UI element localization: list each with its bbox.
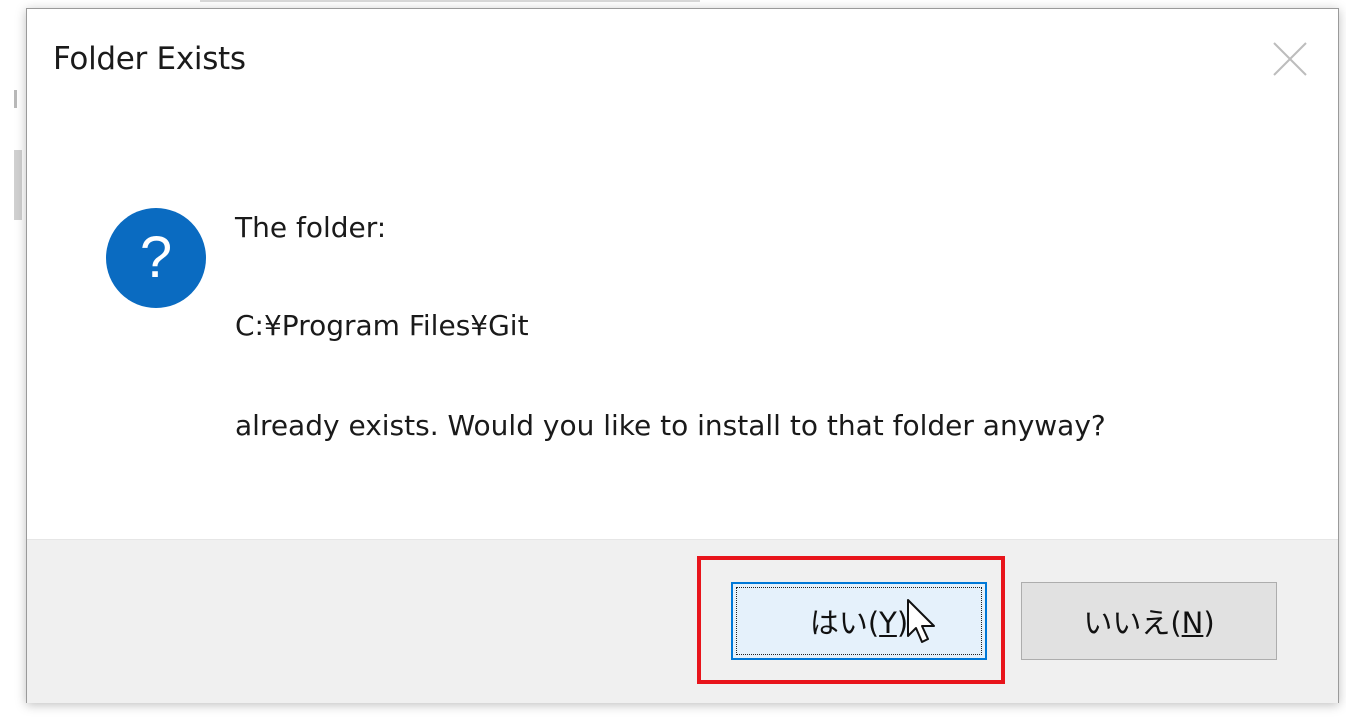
background-fragment — [200, 0, 700, 2]
title-bar: Folder Exists — [27, 9, 1338, 113]
message-line-1: The folder: — [235, 211, 387, 244]
dialog-title: Folder Exists — [53, 41, 246, 77]
question-icon: ? — [106, 208, 206, 308]
message-question: already exists. Would you like to instal… — [235, 409, 1106, 442]
svg-text:?: ? — [140, 225, 172, 290]
no-button[interactable]: いいえ(N) — [1021, 582, 1277, 660]
yes-button[interactable]: はい(Y) — [731, 582, 987, 660]
focus-ring — [736, 587, 982, 655]
button-bar: はい(Y) いいえ(N) — [27, 539, 1338, 703]
dialog-content: ? The folder: C:¥Program Files¥Git alrea… — [27, 113, 1338, 549]
close-button[interactable] — [1262, 31, 1318, 87]
close-icon — [1273, 42, 1307, 76]
folder-exists-dialog: Folder Exists ? The folder: C:¥Program F… — [26, 8, 1339, 703]
background-fragment — [14, 150, 22, 220]
no-button-label: いいえ(N) — [1083, 606, 1215, 640]
background-fragment — [14, 90, 17, 108]
folder-path: C:¥Program Files¥Git — [235, 309, 529, 342]
